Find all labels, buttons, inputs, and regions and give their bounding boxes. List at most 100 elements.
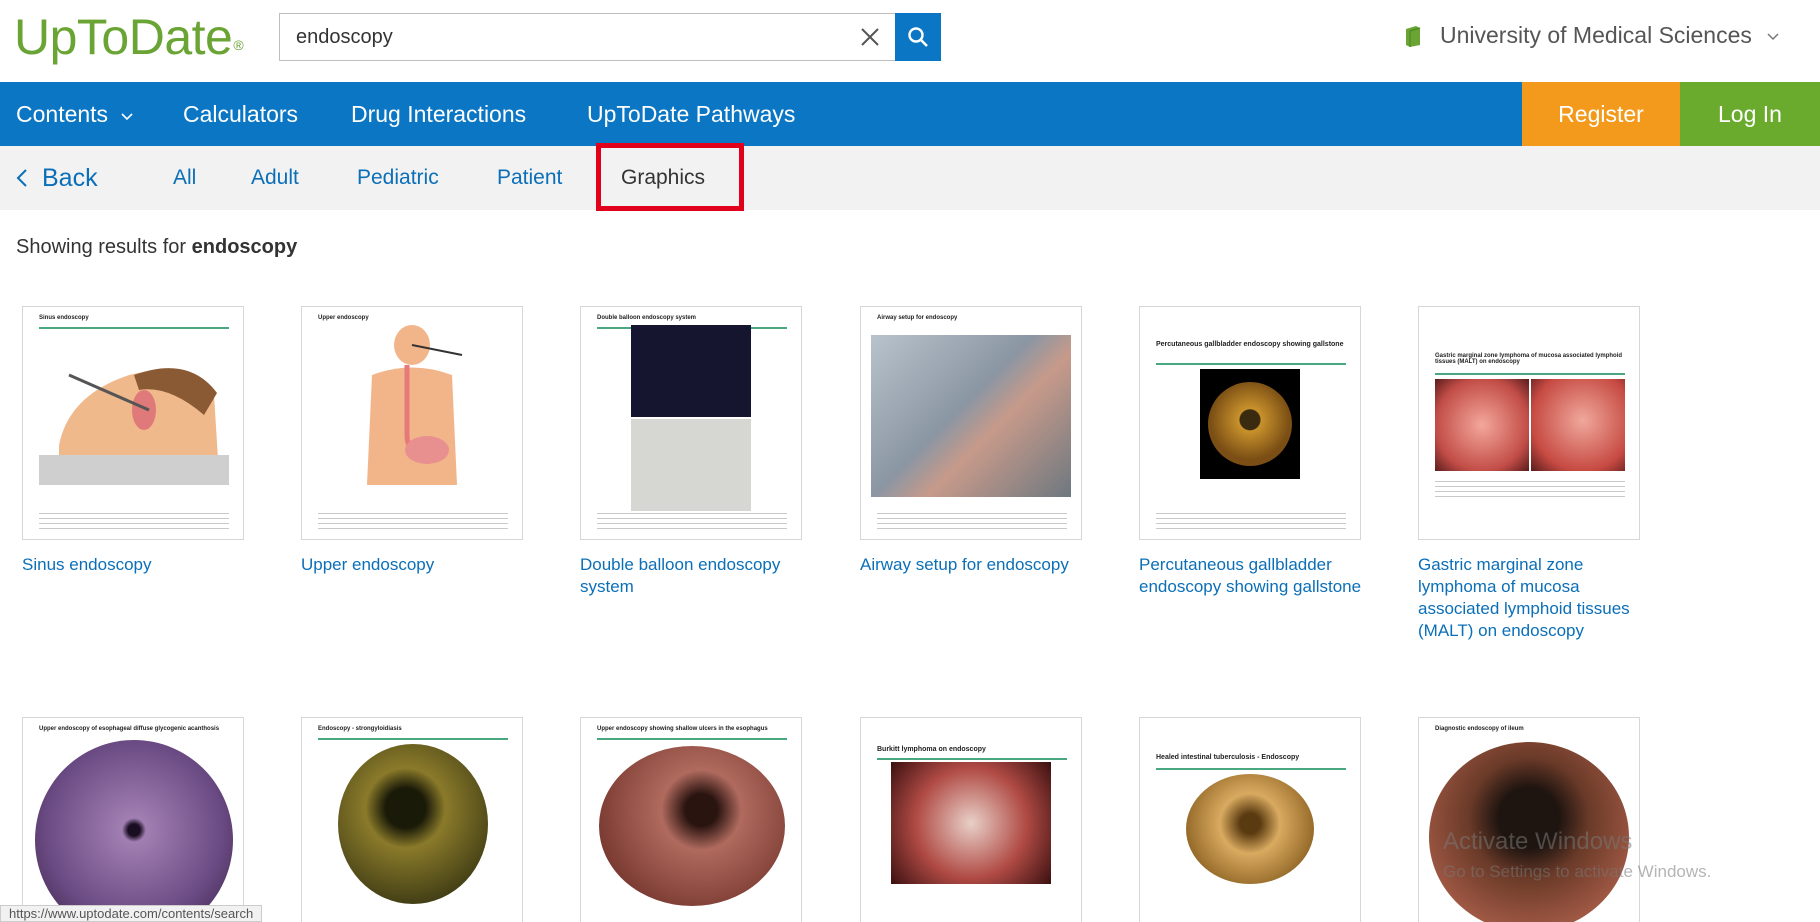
graphic-card[interactable]: Upper endoscopy Upper endoscopy <box>301 306 523 576</box>
search-box <box>279 13 896 61</box>
graphic-card[interactable]: Upper endoscopy of esophageal diffuse gl… <box>22 717 244 922</box>
graphic-thumbnail[interactable]: Healed intestinal tuberculosis - Endosco… <box>1139 717 1361 922</box>
graphic-card[interactable]: Airway setup for endoscopy Airway setup … <box>860 306 1082 576</box>
graphic-thumbnail[interactable]: Diagnostic endoscopy of ileum <box>1418 717 1640 922</box>
endoscope-console-photo <box>631 419 751 511</box>
graphic-card[interactable]: Healed intestinal tuberculosis - Endosco… <box>1139 717 1361 922</box>
graphic-card[interactable]: Double balloon endoscopy system Double b… <box>580 306 802 598</box>
strongyloidiasis-endoscopy-photo <box>338 744 488 904</box>
thumbnail-rule <box>597 738 787 740</box>
thumbnail-title: Double balloon endoscopy system <box>597 315 697 321</box>
institution-book-icon <box>1406 25 1421 47</box>
register-button[interactable]: Register <box>1522 82 1680 146</box>
esophageal-endoscopy-photo <box>35 740 233 922</box>
thumbnail-title: Sinus endoscopy <box>39 315 89 321</box>
esophagus-ulcer-endoscopy-photo <box>599 746 785 906</box>
graphic-card[interactable]: Diagnostic endoscopy of ileum <box>1418 717 1640 922</box>
thumbnail-caption <box>1156 511 1346 531</box>
thumbnail-title: Endoscopy - strongyloidiasis <box>318 726 402 732</box>
search-icon <box>908 27 928 47</box>
filter-tabs-bar: Back All Adult Pediatric Patient Graphic… <box>0 146 1820 210</box>
thumbnail-title: Upper endoscopy showing shallow ulcers i… <box>597 726 768 732</box>
endoscope-photo <box>631 325 751 417</box>
thumbnail-title: Airway setup for endoscopy <box>877 315 958 321</box>
logo-registered-mark: ® <box>233 37 244 53</box>
results-query: endoscopy <box>191 236 298 258</box>
graphic-card[interactable]: Percutaneous gallbladder endoscopy showi… <box>1139 306 1361 598</box>
malt-endoscopy-photo-left <box>1435 379 1529 471</box>
nav-drug-interactions[interactable]: Drug Interactions <box>351 82 526 146</box>
chevron-down-icon <box>121 113 133 121</box>
graphic-thumbnail[interactable]: Percutaneous gallbladder endoscopy showi… <box>1139 306 1361 540</box>
graphics-tab-highlight <box>596 143 744 211</box>
graphic-title-link[interactable]: Gastric marginal zone lymphoma of mucosa… <box>1418 554 1658 642</box>
graphic-title-link[interactable]: Percutaneous gallbladder endoscopy showi… <box>1139 554 1379 598</box>
thumbnail-rule <box>877 758 1067 760</box>
chevron-left-icon <box>16 169 27 187</box>
institution-name: University of Medical Sciences <box>1440 22 1752 48</box>
thumbnail-rule <box>318 738 508 740</box>
thumbnail-caption <box>318 511 508 531</box>
graphic-card[interactable]: Sinus endoscopy Sinus endoscopy <box>22 306 244 576</box>
graphic-thumbnail[interactable]: Airway setup for endoscopy <box>860 306 1082 540</box>
graphic-thumbnail[interactable]: Endoscopy - strongyloidiasis <box>301 717 523 922</box>
graphic-card[interactable]: Gastric marginal zone lymphoma of mucosa… <box>1418 306 1640 642</box>
nav-calculators[interactable]: Calculators <box>183 82 298 146</box>
login-button[interactable]: Log In <box>1680 82 1820 146</box>
graphic-title-link[interactable]: Double balloon endoscopy system <box>580 554 820 598</box>
burkitt-endoscopy-photo <box>891 762 1051 884</box>
nav-contents[interactable]: Contents <box>16 82 134 146</box>
thumbnail-title: Gastric marginal zone lymphoma of mucosa… <box>1435 353 1623 365</box>
clear-search-icon[interactable] <box>858 25 882 49</box>
thumbnail-caption <box>39 511 229 531</box>
chevron-down-icon <box>1767 32 1779 40</box>
thumbnail-caption <box>1435 479 1625 499</box>
graphic-thumbnail[interactable]: Gastric marginal zone lymphoma of mucosa… <box>1418 306 1640 540</box>
graphic-card[interactable]: Burkitt lymphoma on endoscopy <box>860 717 1082 922</box>
tuberculosis-endoscopy-photo <box>1186 774 1314 884</box>
thumbnail-rule <box>1156 363 1346 365</box>
thumbnail-caption <box>877 511 1067 531</box>
graphic-title-link[interactable]: Sinus endoscopy <box>22 554 262 576</box>
thumbnail-rule <box>1156 768 1346 770</box>
thumbnail-title: Upper endoscopy <box>318 315 369 321</box>
graphic-thumbnail[interactable]: Upper endoscopy <box>301 306 523 540</box>
thumbnail-title: Burkitt lymphoma on endoscopy <box>877 746 986 753</box>
graphic-title-link[interactable]: Airway setup for endoscopy <box>860 554 1100 576</box>
logo-text: UpToDate <box>14 9 233 65</box>
search-button[interactable] <box>895 13 941 61</box>
airway-setup-photo <box>871 335 1071 497</box>
thumbnail-rule <box>39 327 229 329</box>
tab-adult[interactable]: Adult <box>251 146 299 210</box>
results-prefix: Showing results for <box>16 236 187 258</box>
sinus-endoscopy-illustration <box>39 368 229 485</box>
graphic-thumbnail[interactable]: Upper endoscopy showing shallow ulcers i… <box>580 717 802 922</box>
search-input[interactable] <box>296 14 816 60</box>
thumbnail-caption <box>597 511 787 531</box>
thumbnail-title: Diagnostic endoscopy of ileum <box>1435 726 1524 732</box>
thumbnail-rule <box>1435 373 1625 375</box>
thumbnail-title: Percutaneous gallbladder endoscopy showi… <box>1156 341 1344 348</box>
thumbnail-title: Healed intestinal tuberculosis - Endosco… <box>1156 754 1300 761</box>
tab-pediatric[interactable]: Pediatric <box>357 146 439 210</box>
malt-endoscopy-photo-right <box>1531 379 1625 471</box>
graphic-thumbnail[interactable]: Sinus endoscopy <box>22 306 244 540</box>
graphic-thumbnail[interactable]: Upper endoscopy of esophageal diffuse gl… <box>22 717 244 922</box>
top-header: UpToDate® University of Medical Sciences <box>0 0 1820 82</box>
thumbnail-title: Upper endoscopy of esophageal diffuse gl… <box>39 726 220 732</box>
nav-uptodate-pathways[interactable]: UpToDate Pathways <box>587 82 795 146</box>
institution-menu[interactable]: University of Medical Sciences <box>1404 22 1780 49</box>
tab-patient[interactable]: Patient <box>497 146 562 210</box>
results-heading: Showing results for endoscopy <box>16 236 297 259</box>
upper-endoscopy-illustration <box>367 325 463 485</box>
tab-all[interactable]: All <box>173 146 196 210</box>
graphic-card[interactable]: Endoscopy - strongyloidiasis <box>301 717 523 922</box>
graphic-card[interactable]: Upper endoscopy showing shallow ulcers i… <box>580 717 802 922</box>
graphic-thumbnail[interactable]: Burkitt lymphoma on endoscopy <box>860 717 1082 922</box>
back-button[interactable]: Back <box>16 146 98 210</box>
uptodate-logo[interactable]: UpToDate® <box>14 6 244 68</box>
graphic-thumbnail[interactable]: Double balloon endoscopy system <box>580 306 802 540</box>
graphic-title-link[interactable]: Upper endoscopy <box>301 554 541 576</box>
gallstone-endoscopy-photo <box>1200 369 1300 479</box>
activate-windows-title: Activate Windows <box>1443 828 1633 855</box>
